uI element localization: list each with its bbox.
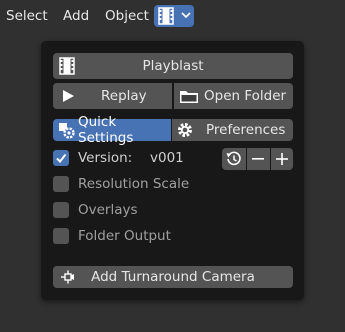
playblast-label: Playblast xyxy=(142,58,204,74)
version-label: Version: xyxy=(78,150,133,166)
resolution-scale-label: Resolution Scale xyxy=(78,176,190,192)
version-value: v001 xyxy=(150,150,184,166)
version-increment-button[interactable] xyxy=(271,148,293,170)
tab-preferences-label: Preferences xyxy=(206,122,286,138)
folder-output-checkbox[interactable] xyxy=(53,228,69,244)
plus-icon xyxy=(276,153,288,165)
overlays-label: Overlays xyxy=(78,202,138,218)
chevron-down-icon xyxy=(181,12,191,19)
check-icon xyxy=(56,153,67,164)
version-decrement-button[interactable] xyxy=(247,148,270,170)
gear-icon xyxy=(178,123,192,137)
open-folder-label: Open Folder xyxy=(204,88,287,104)
menu-add[interactable]: Add xyxy=(63,6,89,26)
settings-gear-icon xyxy=(59,123,75,139)
header-menubar: Select Add Object xyxy=(0,0,345,32)
resolution-scale-row[interactable]: Resolution Scale xyxy=(53,176,253,194)
add-turnaround-camera-button[interactable]: Add Turnaround Camera xyxy=(53,266,293,288)
overlays-row[interactable]: Overlays xyxy=(53,202,253,220)
replay-button[interactable]: Replay xyxy=(53,83,172,109)
menu-select[interactable]: Select xyxy=(6,6,48,26)
menu-object[interactable]: Object xyxy=(105,6,149,26)
version-checkbox[interactable] xyxy=(53,150,69,166)
minus-icon xyxy=(252,158,264,160)
replay-label: Replay xyxy=(101,88,147,104)
playblast-button[interactable]: Playblast xyxy=(53,53,293,79)
open-folder-button[interactable]: Open Folder xyxy=(174,83,293,109)
folder-icon xyxy=(180,91,198,103)
resolution-scale-checkbox[interactable] xyxy=(53,176,69,192)
play-icon xyxy=(63,90,74,102)
add-turnaround-camera-label: Add Turnaround Camera xyxy=(91,269,255,285)
history-icon xyxy=(226,151,241,166)
version-reset-button[interactable] xyxy=(222,148,246,170)
overlays-checkbox[interactable] xyxy=(53,202,69,218)
playblast-menu-button[interactable] xyxy=(154,5,194,27)
tab-preferences[interactable]: Preferences xyxy=(172,119,293,141)
film-strip-icon xyxy=(158,7,174,25)
tab-quick-settings[interactable]: Quick Settings xyxy=(53,114,171,146)
folder-output-label: Folder Output xyxy=(78,228,171,244)
playblast-popup-panel: Playblast Replay Open Folder Quick Setti… xyxy=(41,41,304,300)
folder-output-row[interactable]: Folder Output xyxy=(53,228,253,246)
version-row: Version: v001 xyxy=(53,150,213,168)
tab-quick-settings-label: Quick Settings xyxy=(78,114,134,146)
